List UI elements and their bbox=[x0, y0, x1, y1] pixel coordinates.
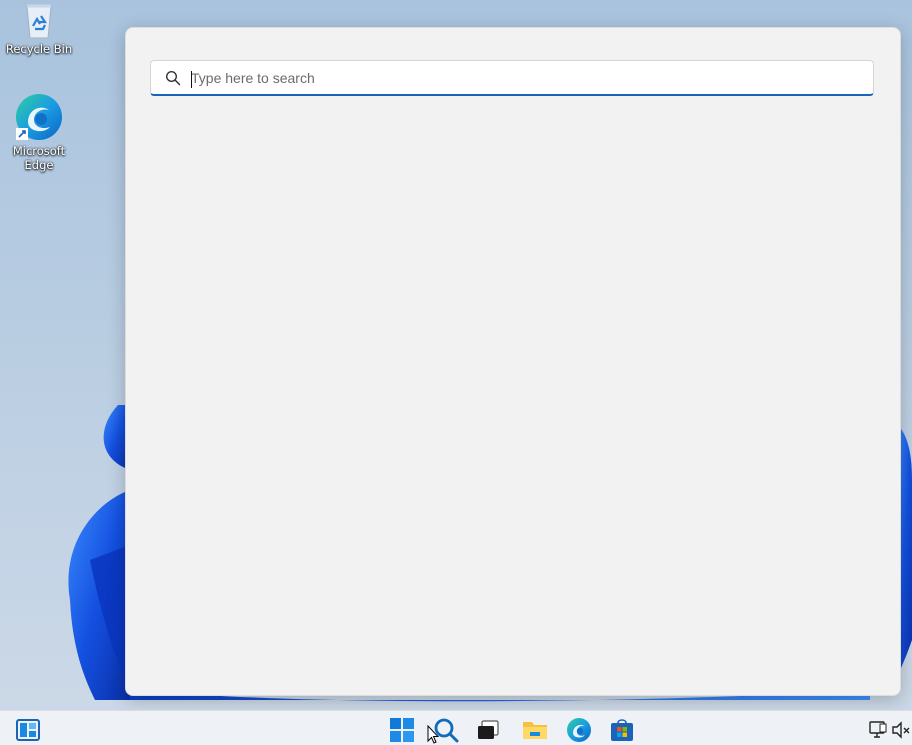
text-caret bbox=[191, 71, 192, 88]
search-box[interactable] bbox=[150, 60, 874, 96]
start-button[interactable] bbox=[388, 716, 416, 744]
edge-taskbar-button[interactable] bbox=[565, 716, 593, 744]
volume-muted-icon bbox=[892, 721, 910, 739]
search-icon bbox=[434, 718, 459, 743]
microsoft-store-button[interactable] bbox=[608, 716, 636, 744]
search-icon bbox=[165, 70, 181, 86]
desktop-icon-label: Microsoft Edge bbox=[12, 144, 66, 172]
network-tray-button[interactable] bbox=[866, 716, 888, 744]
widgets-icon bbox=[16, 719, 40, 741]
edge-icon bbox=[567, 718, 591, 742]
edge-icon bbox=[16, 94, 62, 140]
task-view-icon bbox=[478, 720, 499, 739]
desktop-screen: Recycle Bin Microsoft Edge bbox=[0, 0, 912, 745]
folder-icon bbox=[523, 722, 547, 739]
windows-logo-icon bbox=[390, 718, 414, 742]
network-icon bbox=[869, 721, 887, 738]
taskbar bbox=[0, 710, 912, 745]
widgets-button[interactable] bbox=[14, 716, 42, 744]
store-icon bbox=[611, 719, 633, 741]
recycle-bin-icon bbox=[26, 4, 52, 39]
taskbar-search-button[interactable] bbox=[432, 716, 460, 744]
task-view-button[interactable] bbox=[474, 716, 502, 744]
search-flyout-panel bbox=[125, 27, 901, 696]
file-explorer-button[interactable] bbox=[521, 716, 549, 744]
search-input[interactable] bbox=[191, 65, 861, 91]
desktop-icon-microsoft-edge[interactable]: Microsoft Edge bbox=[1, 92, 77, 172]
desktop-icon-label: Recycle Bin bbox=[5, 42, 73, 56]
desktop-icon-recycle-bin[interactable]: Recycle Bin bbox=[1, 0, 77, 56]
volume-tray-button[interactable] bbox=[890, 716, 912, 744]
